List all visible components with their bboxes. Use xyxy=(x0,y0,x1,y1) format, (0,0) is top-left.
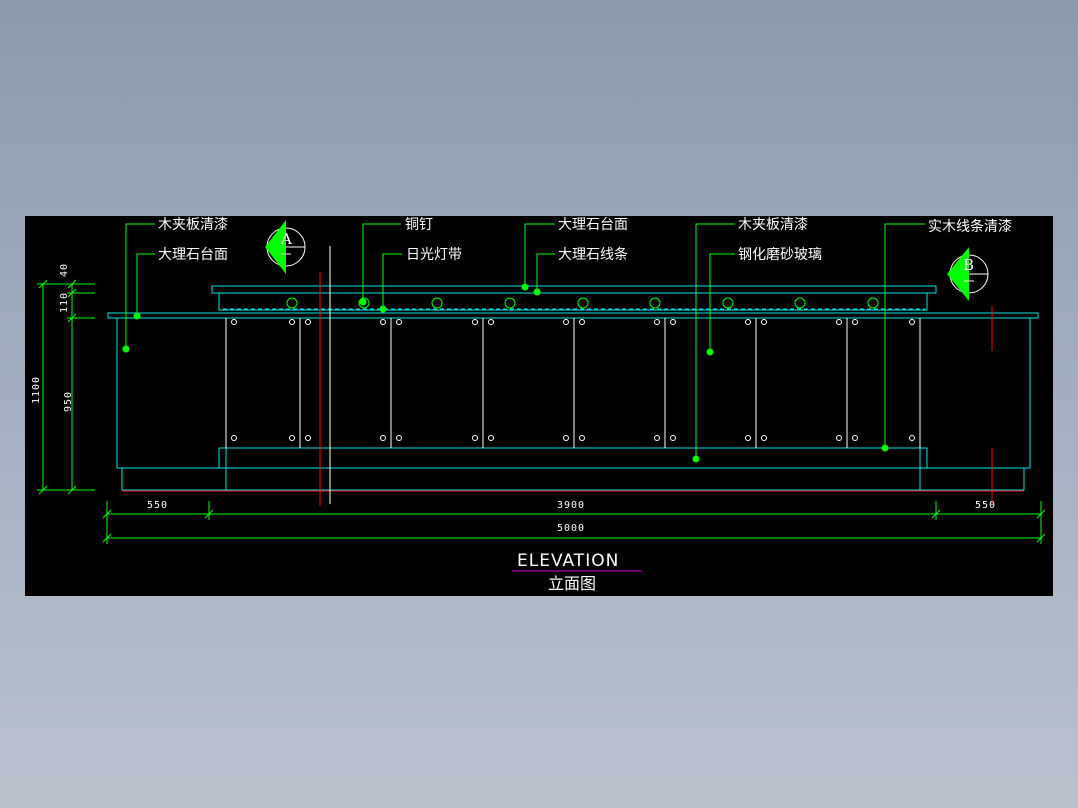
copper-nail xyxy=(670,435,676,441)
top-marble-cap xyxy=(211,285,937,294)
copper-nail xyxy=(579,319,585,325)
fluorescent-bulb xyxy=(577,297,589,309)
fluorescent-bulb xyxy=(504,297,516,309)
fluorescent-bulb xyxy=(867,297,879,309)
copper-nails xyxy=(231,319,915,441)
copper-nail xyxy=(472,435,478,441)
copper-nail xyxy=(563,319,569,325)
copper-nail xyxy=(472,319,478,325)
fluorescent-bulb xyxy=(649,297,661,309)
copper-nail xyxy=(231,319,237,325)
copper-nail xyxy=(852,319,858,325)
copper-nail xyxy=(488,319,494,325)
label-wood-veneer-right: 木夹板清漆 xyxy=(738,217,808,233)
label-wood-veneer-left: 木夹板清漆 xyxy=(158,217,228,233)
copper-nail xyxy=(396,319,402,325)
dim-v-top: 40 xyxy=(59,263,70,277)
section-marker-a-label: A xyxy=(280,230,292,248)
label-fluorescent-strip: 日光灯带 xyxy=(406,247,462,263)
dim-v-second: 110 xyxy=(59,292,70,313)
section-marker-b-label: B xyxy=(963,256,974,274)
fluorescent-bulb xyxy=(286,297,298,309)
dim-h-left: 550 xyxy=(147,500,168,511)
side-countertop xyxy=(107,312,1039,319)
section-marker-b: B xyxy=(947,247,989,301)
copper-nail xyxy=(654,435,660,441)
cad-drawing-viewport[interactable]: A B 木夹板清漆 大理石台面 铜钉 日光灯带 大理石台面 大理石线条 木夹板清… xyxy=(25,216,1053,596)
fluorescent-bulbs xyxy=(286,297,879,309)
dim-v-main: 950 xyxy=(63,391,74,412)
dim-h-total: 5000 xyxy=(557,523,585,534)
copper-nail xyxy=(909,319,915,325)
label-frosted-glass: 钢化磨砂玻璃 xyxy=(738,246,822,263)
bottom-wood-band xyxy=(218,447,928,469)
copper-nail xyxy=(289,435,295,441)
label-marble-top-left: 大理石台面 xyxy=(158,247,228,263)
drawing-title: ELEVATION xyxy=(517,551,619,571)
copper-nail xyxy=(305,435,311,441)
counter-body xyxy=(107,285,1039,491)
copper-nail xyxy=(579,435,585,441)
fluorescent-bulb xyxy=(431,297,443,309)
copper-nail xyxy=(745,435,751,441)
right-base xyxy=(919,467,1025,491)
label-marble-top-center: 大理石台面 xyxy=(558,217,628,233)
left-base xyxy=(121,467,227,491)
copper-nail xyxy=(761,319,767,325)
left-side-panel xyxy=(116,317,227,469)
copper-nail xyxy=(396,435,402,441)
label-marble-molding: 大理石线条 xyxy=(558,246,628,263)
right-side-panel xyxy=(919,317,1031,469)
light-strip-band xyxy=(218,292,928,311)
copper-nail xyxy=(836,319,842,325)
dim-h-center: 3900 xyxy=(557,500,585,511)
copper-nail xyxy=(380,435,386,441)
drawing-subtitle: 立面图 xyxy=(548,574,596,593)
copper-nail xyxy=(654,319,660,325)
copper-nail xyxy=(289,319,295,325)
copper-nail xyxy=(761,435,767,441)
section-cut-lines xyxy=(122,272,1024,506)
copper-nail xyxy=(488,435,494,441)
copper-nail xyxy=(852,435,858,441)
elevation-drawing: A B 木夹板清漆 大理石台面 铜钉 日光灯带 大理石台面 大理石线条 木夹板清… xyxy=(31,217,1046,593)
copper-nail xyxy=(909,435,915,441)
section-marker-a: A xyxy=(265,220,306,274)
dim-h-right: 550 xyxy=(975,500,996,511)
label-copper-nail: 铜钉 xyxy=(405,217,433,233)
dim-v-total: 1100 xyxy=(31,376,42,404)
copper-nail xyxy=(836,435,842,441)
copper-nail xyxy=(670,319,676,325)
copper-nail xyxy=(231,435,237,441)
copper-nail xyxy=(380,319,386,325)
copper-nail xyxy=(563,435,569,441)
fluorescent-bulb xyxy=(794,297,806,309)
fluorescent-bulb xyxy=(722,297,734,309)
copper-nail xyxy=(745,319,751,325)
copper-nail xyxy=(305,319,311,325)
label-solid-wood-trim: 实木线条清漆 xyxy=(928,218,1012,235)
